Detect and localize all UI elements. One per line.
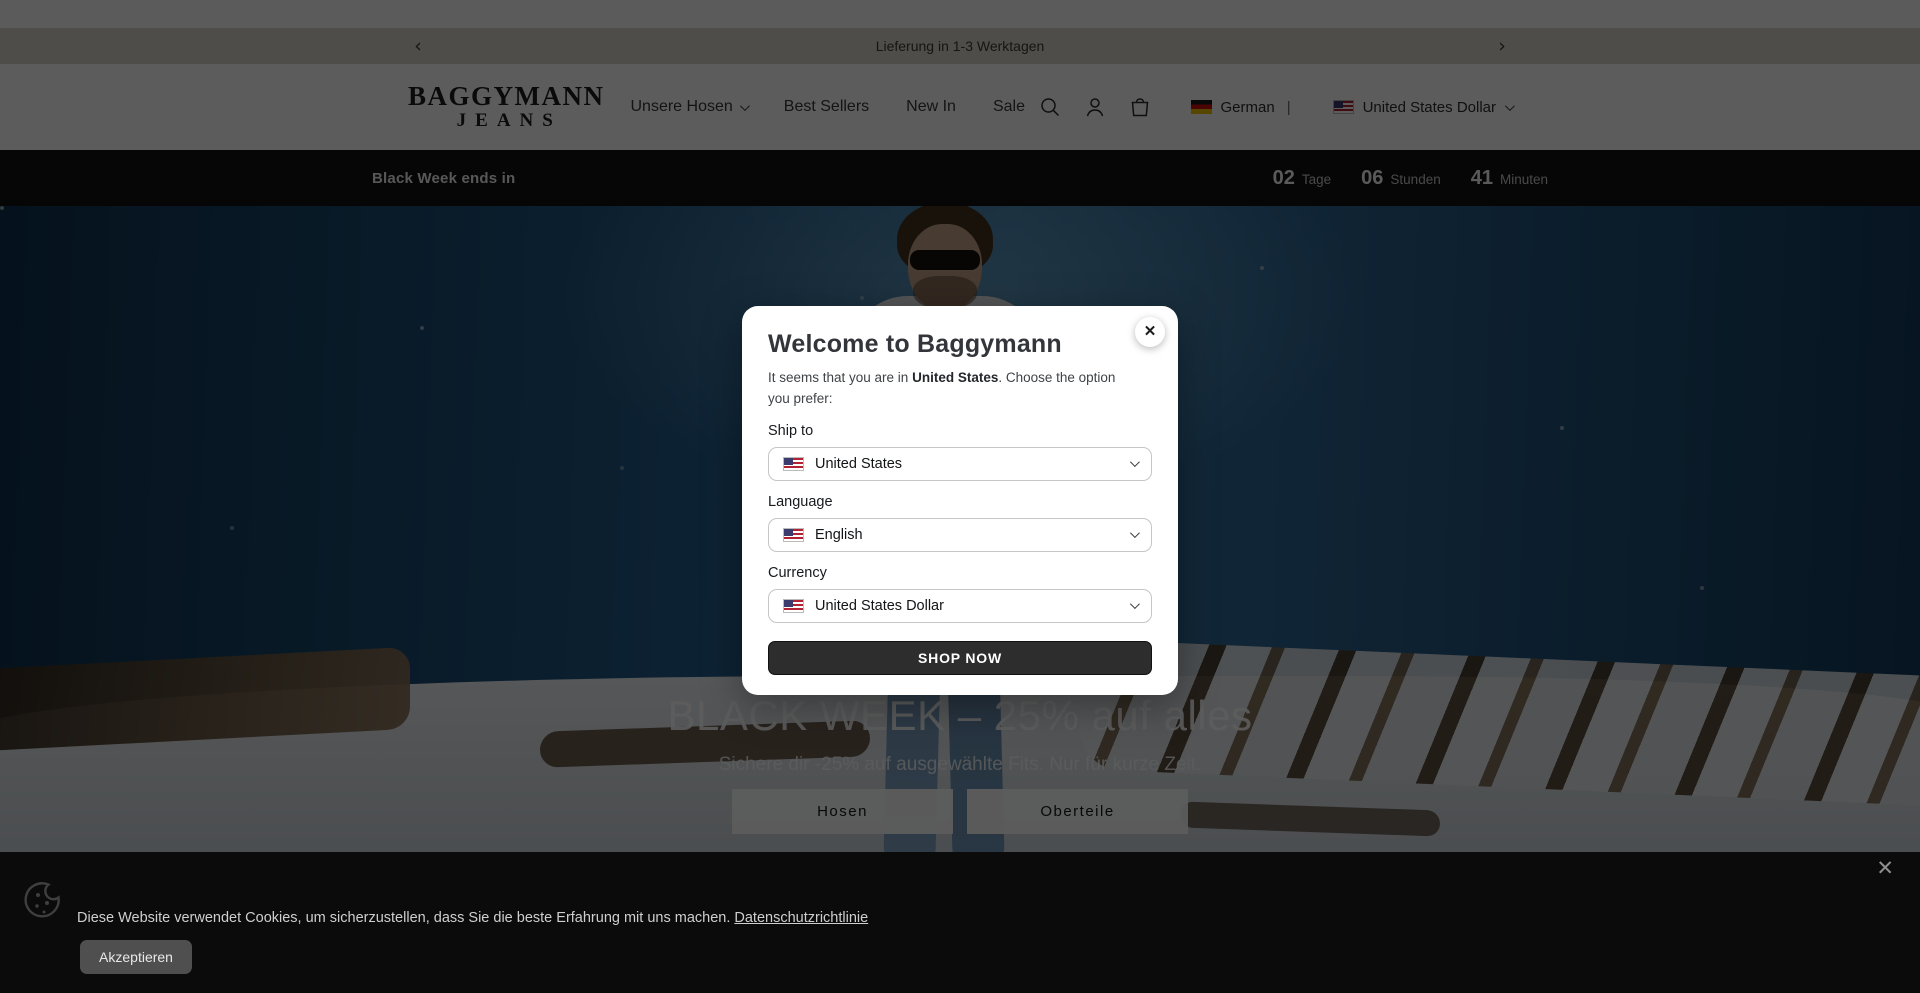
privacy-policy-link[interactable]: Datenschutzrichtlinie [734, 910, 868, 926]
accept-cookies-button[interactable]: Akzeptieren [80, 940, 192, 974]
modal-body-prefix: It seems that you are in [768, 370, 912, 385]
ship-to-label: Ship to [768, 423, 1152, 439]
cookie-icon [20, 876, 68, 924]
close-icon[interactable]: ✕ [1135, 317, 1165, 347]
close-icon[interactable]: ✕ [1876, 858, 1894, 879]
modal-body: It seems that you are in United States. … [768, 368, 1140, 410]
chevron-down-icon [1130, 599, 1140, 609]
ship-to-select[interactable]: United States [768, 447, 1152, 481]
cookie-banner: Diese Website verwendet Cookies, um sich… [0, 852, 1920, 993]
modal-body-country: United States [912, 370, 998, 385]
us-flag-icon [783, 457, 804, 471]
currency-label: Currency [768, 565, 1152, 581]
cookie-message: Diese Website verwendet Cookies, um sich… [77, 910, 868, 926]
welcome-modal: ✕ Welcome to Baggymann It seems that you… [742, 306, 1178, 695]
currency-value: United States Dollar [815, 598, 944, 614]
shop-now-button[interactable]: SHOP NOW [768, 641, 1152, 675]
ship-to-value: United States [815, 456, 902, 472]
chevron-down-icon [1130, 457, 1140, 467]
language-label: Language [768, 494, 1152, 510]
language-select[interactable]: English [768, 518, 1152, 552]
chevron-down-icon [1130, 528, 1140, 538]
language-value: English [815, 527, 863, 543]
currency-select[interactable]: United States Dollar [768, 589, 1152, 623]
cookie-message-text: Diese Website verwendet Cookies, um sich… [77, 910, 730, 926]
us-flag-icon [783, 599, 804, 613]
page: Lieferung in 1-3 Werktagen ‹ › BAGGYMANN… [0, 0, 1920, 993]
us-flag-icon [783, 528, 804, 542]
modal-title: Welcome to Baggymann [768, 330, 1152, 359]
